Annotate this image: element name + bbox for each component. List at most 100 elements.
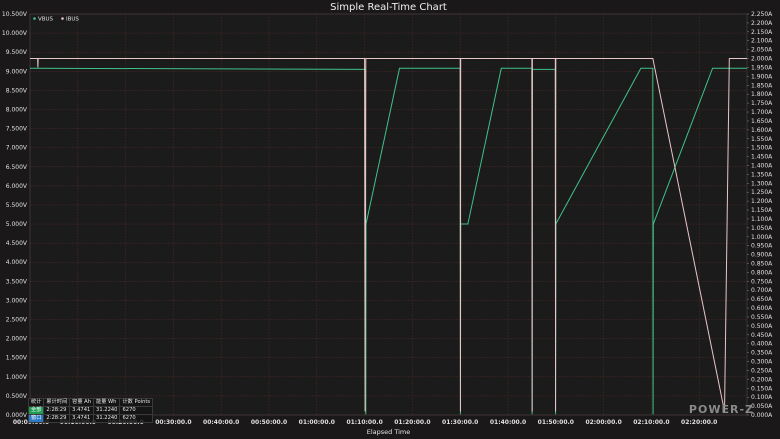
y-right-tick-label: 1.200A: [751, 198, 773, 205]
y-right-tick-label: 1.150A: [751, 207, 773, 214]
stats-wh: 31.2240: [93, 406, 121, 415]
y-left-tick-label: 4.000V: [6, 259, 28, 266]
y-left-tick-label: 2.000V: [6, 336, 28, 343]
y-right-tick-label: 0.400A: [751, 341, 773, 348]
y-right-tick-label: 1.800A: [751, 91, 773, 98]
y-right-tick-label: 0.500A: [751, 323, 773, 330]
stats-row-all: 全部 2:28:29 3.4741 31.2240 6270: [27, 406, 154, 415]
y-right-tick-label: 1.350A: [751, 171, 773, 178]
legend-marker: [33, 17, 36, 20]
y-right-tick-label: 1.600A: [751, 127, 773, 134]
y-right-tick-label: 2.250A: [751, 11, 773, 18]
stats-wh: 31.2240: [93, 414, 121, 423]
x-tick-label: 01:20:00.0: [394, 419, 430, 426]
y-right-tick-label: 1.000A: [751, 234, 773, 241]
y-right-tick-label: 1.300A: [751, 180, 773, 187]
y-left-tick-label: 2.500V: [6, 317, 28, 324]
y-left-tick-label: 4.500V: [6, 240, 28, 247]
y-right-tick-label: 1.100A: [751, 216, 773, 223]
y-left-tick-label: 9.500V: [6, 49, 28, 56]
y-left-tick-label: 10.000V: [2, 30, 28, 37]
y-right-tick-label: 2.000A: [751, 56, 773, 63]
stats-tag-all: 全部: [27, 406, 45, 415]
y-right-tick-label: 0.000A: [751, 412, 773, 419]
y-left-tick-label: 5.500V: [6, 202, 28, 209]
y-left-tick-label: 8.000V: [6, 106, 28, 113]
y-left-tick-label: 7.500V: [6, 126, 28, 133]
y-left-tick-label: 10.500V: [2, 11, 28, 18]
x-tick-label: 01:00:00.0: [299, 419, 335, 426]
x-axis-label: Elapsed Time: [367, 428, 411, 436]
y-right-tick-label: 0.800A: [751, 269, 773, 276]
stats-header: 累计时间: [43, 398, 71, 407]
y-right-tick-label: 0.450A: [751, 332, 773, 339]
legend-label: VBUS: [38, 17, 54, 23]
y-right-tick-label: 2.050A: [751, 47, 773, 54]
x-tick-label: 00:40:00.0: [203, 419, 239, 426]
y-right-tick-label: 0.150A: [751, 385, 773, 392]
stats-table: 统计 累计时间 容量 Ah 能量 Wh 计数 Points 全部 2:28:29…: [27, 398, 154, 423]
y-right-tick-label: 1.900A: [751, 73, 773, 80]
y-right-tick-label: 1.850A: [751, 82, 773, 89]
x-tick-label: 01:40:00.0: [490, 419, 526, 426]
x-tick-label: 00:30:00.0: [155, 419, 191, 426]
y-left-tick-label: 1.500V: [6, 355, 28, 362]
brand-logo: POWER-Z: [688, 403, 754, 416]
stats-tag-window: 窗口: [27, 414, 45, 423]
stats-ah: 3.4741: [69, 414, 95, 423]
x-tick-label: 01:30:00.0: [442, 419, 478, 426]
y-axis-left: 0.000V 0.500V 1.000V 1.500V 2.000V 2.500V 3.00…: [2, 11, 28, 419]
x-tick-label: 02:00:00.0: [585, 419, 621, 426]
x-tick-label: 01:50:00.0: [538, 419, 574, 426]
y-left-tick-label: 5.000V: [6, 221, 28, 228]
y-right-tick-label: 1.700A: [751, 109, 773, 116]
y-right-tick-label: 0.900A: [751, 252, 773, 259]
stats-ah: 3.4741: [69, 406, 95, 415]
y-right-tick-label: 1.750A: [751, 100, 773, 107]
y-right-tick-label: 1.050A: [751, 225, 773, 232]
y-right-tick-label: 1.650A: [751, 118, 773, 125]
y-left-tick-label: 9.000V: [6, 68, 28, 75]
stats-header: 容量 Ah: [69, 398, 95, 407]
y-left-tick-label: 6.000V: [6, 183, 28, 190]
y-left-tick-label: 1.000V: [6, 374, 28, 381]
y-right-tick-label: 1.500A: [751, 145, 773, 152]
y-right-tick-label: 1.450A: [751, 154, 773, 161]
x-tick-label: 02:10:00.0: [633, 419, 669, 426]
y-right-tick-label: 1.550A: [751, 136, 773, 143]
y-left-tick-label: 8.500V: [6, 87, 28, 94]
stats-time: 2:28:29: [43, 406, 71, 415]
y-right-tick-label: 1.950A: [751, 64, 773, 71]
x-tick-label: 01:10:00.0: [346, 419, 382, 426]
plot-area: [29, 13, 748, 416]
y-axis-right: 0.000A 0.050A 0.100A 0.150A 0.200A 0.250A0.30…: [747, 11, 773, 419]
y-right-tick-label: 1.250A: [751, 189, 773, 196]
stats-time: 2:28:29: [43, 414, 71, 423]
y-right-tick-label: 2.150A: [751, 29, 773, 36]
y-right-tick-label: 0.700A: [751, 287, 773, 294]
x-tick-label: 02:20:00.0: [681, 419, 717, 426]
y-right-tick-label: 0.300A: [751, 359, 773, 366]
stats-header-row: 统计 累计时间 容量 Ah 能量 Wh 计数 Points: [27, 398, 154, 407]
y-right-tick-label: 0.600A: [751, 305, 773, 312]
y-right-tick-label: 0.650A: [751, 296, 773, 303]
y-right-tick-label: 0.100A: [751, 394, 773, 401]
stats-row-window: 窗口 2:28:29 3.4741 31.2240 6270: [27, 414, 154, 423]
y-right-tick-label: 2.200A: [751, 20, 773, 27]
y-left-tick-label: 0.000V: [6, 412, 28, 419]
y-left-tick-label: 3.000V: [6, 297, 28, 304]
legend-label: IBUS: [66, 17, 79, 23]
chart-svg: 0.000V 0.500V 1.000V 1.500V 2.000V 2.500V 3.00…: [2, 2, 773, 436]
y-left-tick-label: 0.500V: [6, 393, 28, 400]
stats-header: 计数 Points: [119, 398, 154, 407]
stats-points: 6270: [119, 406, 154, 415]
y-right-tick-label: 1.400A: [751, 162, 773, 169]
y-right-tick-label: 0.550A: [751, 314, 773, 321]
y-right-tick-label: 0.200A: [751, 376, 773, 383]
chart-title: Simple Real-Time Chart: [330, 2, 447, 13]
y-right-tick-label: 0.250A: [751, 367, 773, 374]
y-left-tick-label: 7.000V: [6, 145, 28, 152]
legend-marker: [61, 17, 64, 20]
stats-header: 能量 Wh: [93, 398, 121, 407]
y-right-tick-label: 2.100A: [751, 38, 773, 45]
